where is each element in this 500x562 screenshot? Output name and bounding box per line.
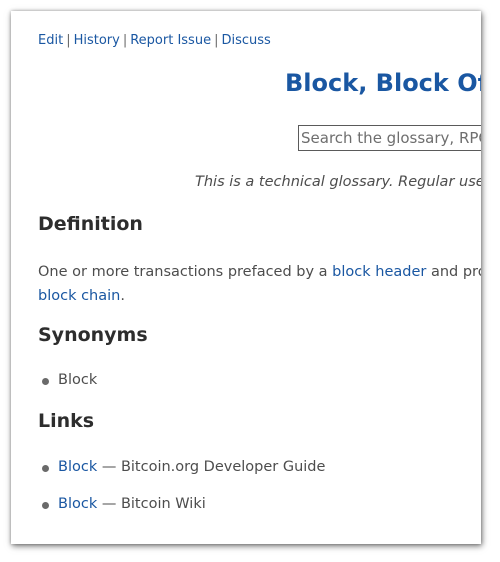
bullet-icon: [42, 465, 49, 472]
list-item: Block — Bitcoin Wiki: [38, 496, 325, 512]
link-separator: —: [97, 459, 121, 475]
link-source: Bitcoin Wiki: [120, 496, 206, 512]
glossary-search-input[interactable]: [298, 125, 481, 151]
nav-separator: |: [122, 33, 128, 48]
report-issue-link[interactable]: Report Issue: [130, 33, 211, 48]
link-source: Bitcoin.org Developer Guide: [120, 459, 326, 475]
nav-separator: |: [214, 33, 219, 48]
history-link[interactable]: History: [74, 33, 120, 48]
synonyms-list: Block: [38, 372, 97, 388]
links-list: Block — Bitcoin.org Developer Guide Bloc…: [38, 459, 325, 533]
links-heading: Links: [38, 410, 95, 432]
bullet-icon: [42, 378, 49, 385]
nav-separator: |: [66, 33, 71, 48]
definition-text-part: .: [120, 288, 125, 304]
list-item: Block — Bitcoin.org Developer Guide: [38, 459, 325, 475]
list-item: Block: [38, 372, 97, 388]
synonyms-heading: Synonyms: [38, 324, 148, 346]
definition-text-part: and prote: [430, 264, 481, 280]
definition-text-part: One or more transactions prefaced by a: [38, 264, 333, 280]
edit-link[interactable]: Edit: [38, 33, 63, 48]
glossary-page: Edit | History | Report Issue | Discuss Block,…: [11, 11, 481, 544]
definition-heading: Definition: [38, 213, 143, 235]
block-wiki-link[interactable]: Block: [58, 496, 97, 512]
block-developer-guide-link[interactable]: Block: [58, 459, 97, 475]
page-title: Block, Block Of T: [285, 69, 481, 97]
discuss-link[interactable]: Discuss: [221, 33, 270, 48]
bullet-icon: [42, 502, 49, 509]
block-chain-link[interactable]: block chain: [38, 288, 120, 304]
synonym-text: Block: [58, 372, 98, 388]
intro-text: This is a technical glossary. Regular us…: [195, 174, 481, 190]
page-actions-nav: Edit | History | Report Issue | Discuss: [38, 33, 271, 48]
block-header-link[interactable]: block header: [332, 264, 426, 280]
link-separator: —: [97, 496, 121, 512]
definition-text: One or more transactions prefaced by a b…: [38, 260, 481, 308]
